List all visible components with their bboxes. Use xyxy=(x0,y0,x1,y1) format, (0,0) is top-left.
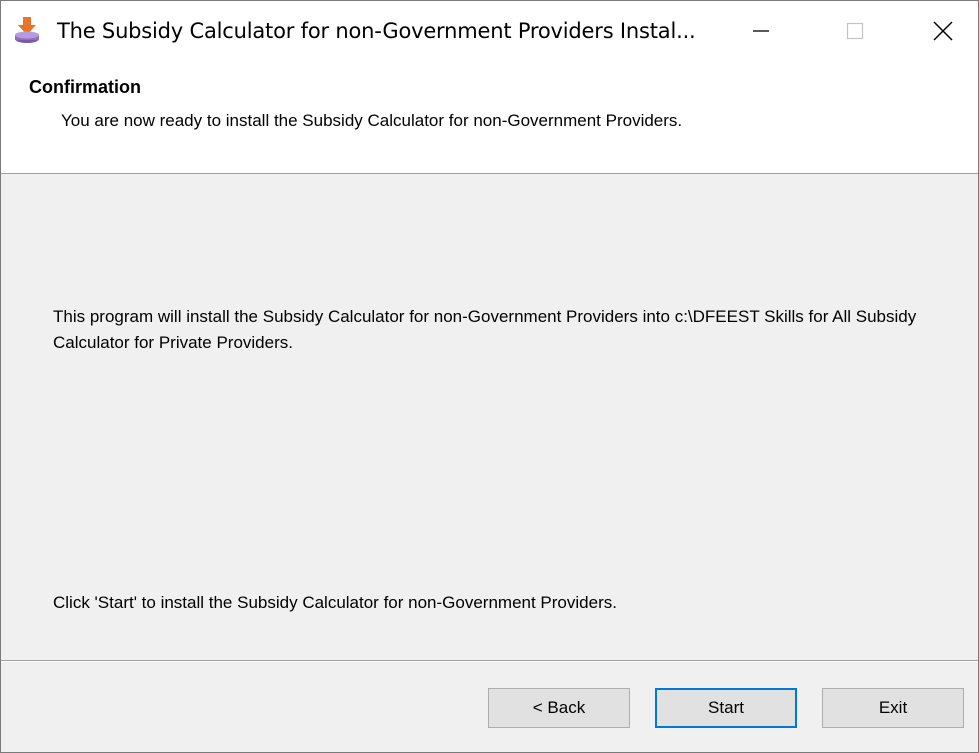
maximize-button[interactable] xyxy=(822,1,888,65)
installer-icon xyxy=(12,15,42,45)
start-button[interactable]: Start xyxy=(655,688,797,728)
close-icon xyxy=(932,20,954,47)
installer-window: The Subsidy Calculator for non-Governmen… xyxy=(0,0,979,753)
minimize-icon xyxy=(751,21,771,46)
window-title: The Subsidy Calculator for non-Governmen… xyxy=(57,19,696,43)
exit-button[interactable]: Exit xyxy=(822,688,964,728)
wizard-header: Confirmation You are now ready to instal… xyxy=(1,65,978,174)
page-title: Confirmation xyxy=(29,77,141,97)
minimize-button[interactable] xyxy=(728,1,794,65)
title-bar[interactable]: The Subsidy Calculator for non-Governmen… xyxy=(1,1,978,65)
wizard-content: This program will install the Subsidy Ca… xyxy=(1,174,978,660)
maximize-icon xyxy=(845,21,865,46)
close-button[interactable] xyxy=(910,1,976,65)
start-instruction-text: Click 'Start' to install the Subsidy Cal… xyxy=(53,593,617,612)
page-description: You are now ready to install the Subsidy… xyxy=(61,111,683,130)
wizard-footer: < Back Start Exit xyxy=(1,662,978,752)
back-button[interactable]: < Back xyxy=(488,688,630,728)
install-location-text: This program will install the Subsidy Ca… xyxy=(53,307,917,352)
